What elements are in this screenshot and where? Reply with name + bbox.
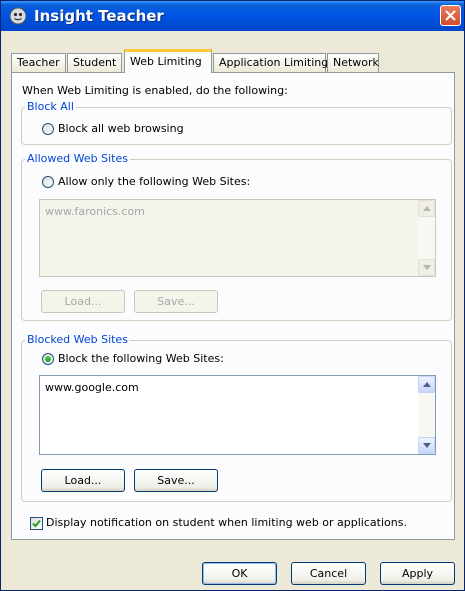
allowed-sites-text: www.faronics.com bbox=[45, 205, 145, 218]
window-title: Insight Teacher bbox=[34, 7, 164, 25]
blocked-load-button[interactable]: Load... bbox=[41, 469, 125, 492]
block-all-radio[interactable] bbox=[42, 123, 54, 135]
intro-text: When Web Limiting is enabled, do the fol… bbox=[22, 84, 288, 97]
blocked-sites-list[interactable]: www.google.com bbox=[39, 375, 436, 455]
tab-student[interactable]: Student bbox=[67, 53, 122, 72]
blocked-sites-text: www.google.com bbox=[45, 381, 139, 394]
allowed-sites-list[interactable]: www.faronics.com bbox=[39, 199, 436, 277]
allowed-scrollbar[interactable] bbox=[418, 200, 435, 276]
block-all-group-label: Block All bbox=[25, 100, 76, 113]
chevron-down-icon bbox=[423, 265, 431, 270]
tab-network[interactable]: Network bbox=[327, 53, 379, 72]
blocked-sites-group-label: Blocked Web Sites bbox=[25, 333, 130, 346]
tab-application-limiting[interactable]: Application Limiting bbox=[213, 53, 328, 72]
scroll-up-button[interactable] bbox=[418, 376, 435, 393]
allowed-sites-group-label: Allowed Web Sites bbox=[25, 152, 130, 165]
ok-button[interactable]: OK bbox=[202, 562, 277, 585]
chevron-up-icon bbox=[423, 206, 431, 211]
blocked-save-button[interactable]: Save... bbox=[134, 469, 218, 492]
tab-teacher[interactable]: Teacher bbox=[11, 53, 66, 72]
notify-label[interactable]: Display notification on student when lim… bbox=[46, 516, 407, 529]
chevron-down-icon bbox=[423, 443, 431, 448]
allowed-save-button[interactable]: Save... bbox=[134, 290, 218, 313]
scroll-up-button[interactable] bbox=[418, 200, 435, 217]
tab-web-limiting[interactable]: Web Limiting bbox=[124, 49, 212, 73]
scroll-down-button[interactable] bbox=[418, 259, 435, 276]
notify-checkbox[interactable] bbox=[30, 517, 43, 530]
app-icon bbox=[9, 7, 27, 25]
chevron-up-icon bbox=[423, 382, 431, 387]
apply-button[interactable]: Apply bbox=[380, 562, 455, 585]
scroll-down-button[interactable] bbox=[418, 437, 435, 454]
block-following-label[interactable]: Block the following Web Sites: bbox=[58, 352, 224, 365]
allowed-load-button[interactable]: Load... bbox=[41, 290, 125, 313]
allow-only-label[interactable]: Allow only the following Web Sites: bbox=[58, 175, 250, 188]
close-icon bbox=[445, 10, 456, 21]
blocked-scrollbar[interactable] bbox=[418, 376, 435, 454]
cancel-button[interactable]: Cancel bbox=[291, 562, 366, 585]
block-following-radio[interactable] bbox=[42, 353, 54, 365]
close-button[interactable] bbox=[440, 5, 461, 26]
allow-only-radio[interactable] bbox=[42, 176, 54, 188]
dialog-window: Insight Teacher Teacher Student Web Limi… bbox=[0, 0, 465, 591]
checkmark-icon bbox=[32, 519, 41, 528]
title-bar[interactable]: Insight Teacher bbox=[1, 1, 464, 31]
block-all-label[interactable]: Block all web browsing bbox=[58, 122, 184, 135]
